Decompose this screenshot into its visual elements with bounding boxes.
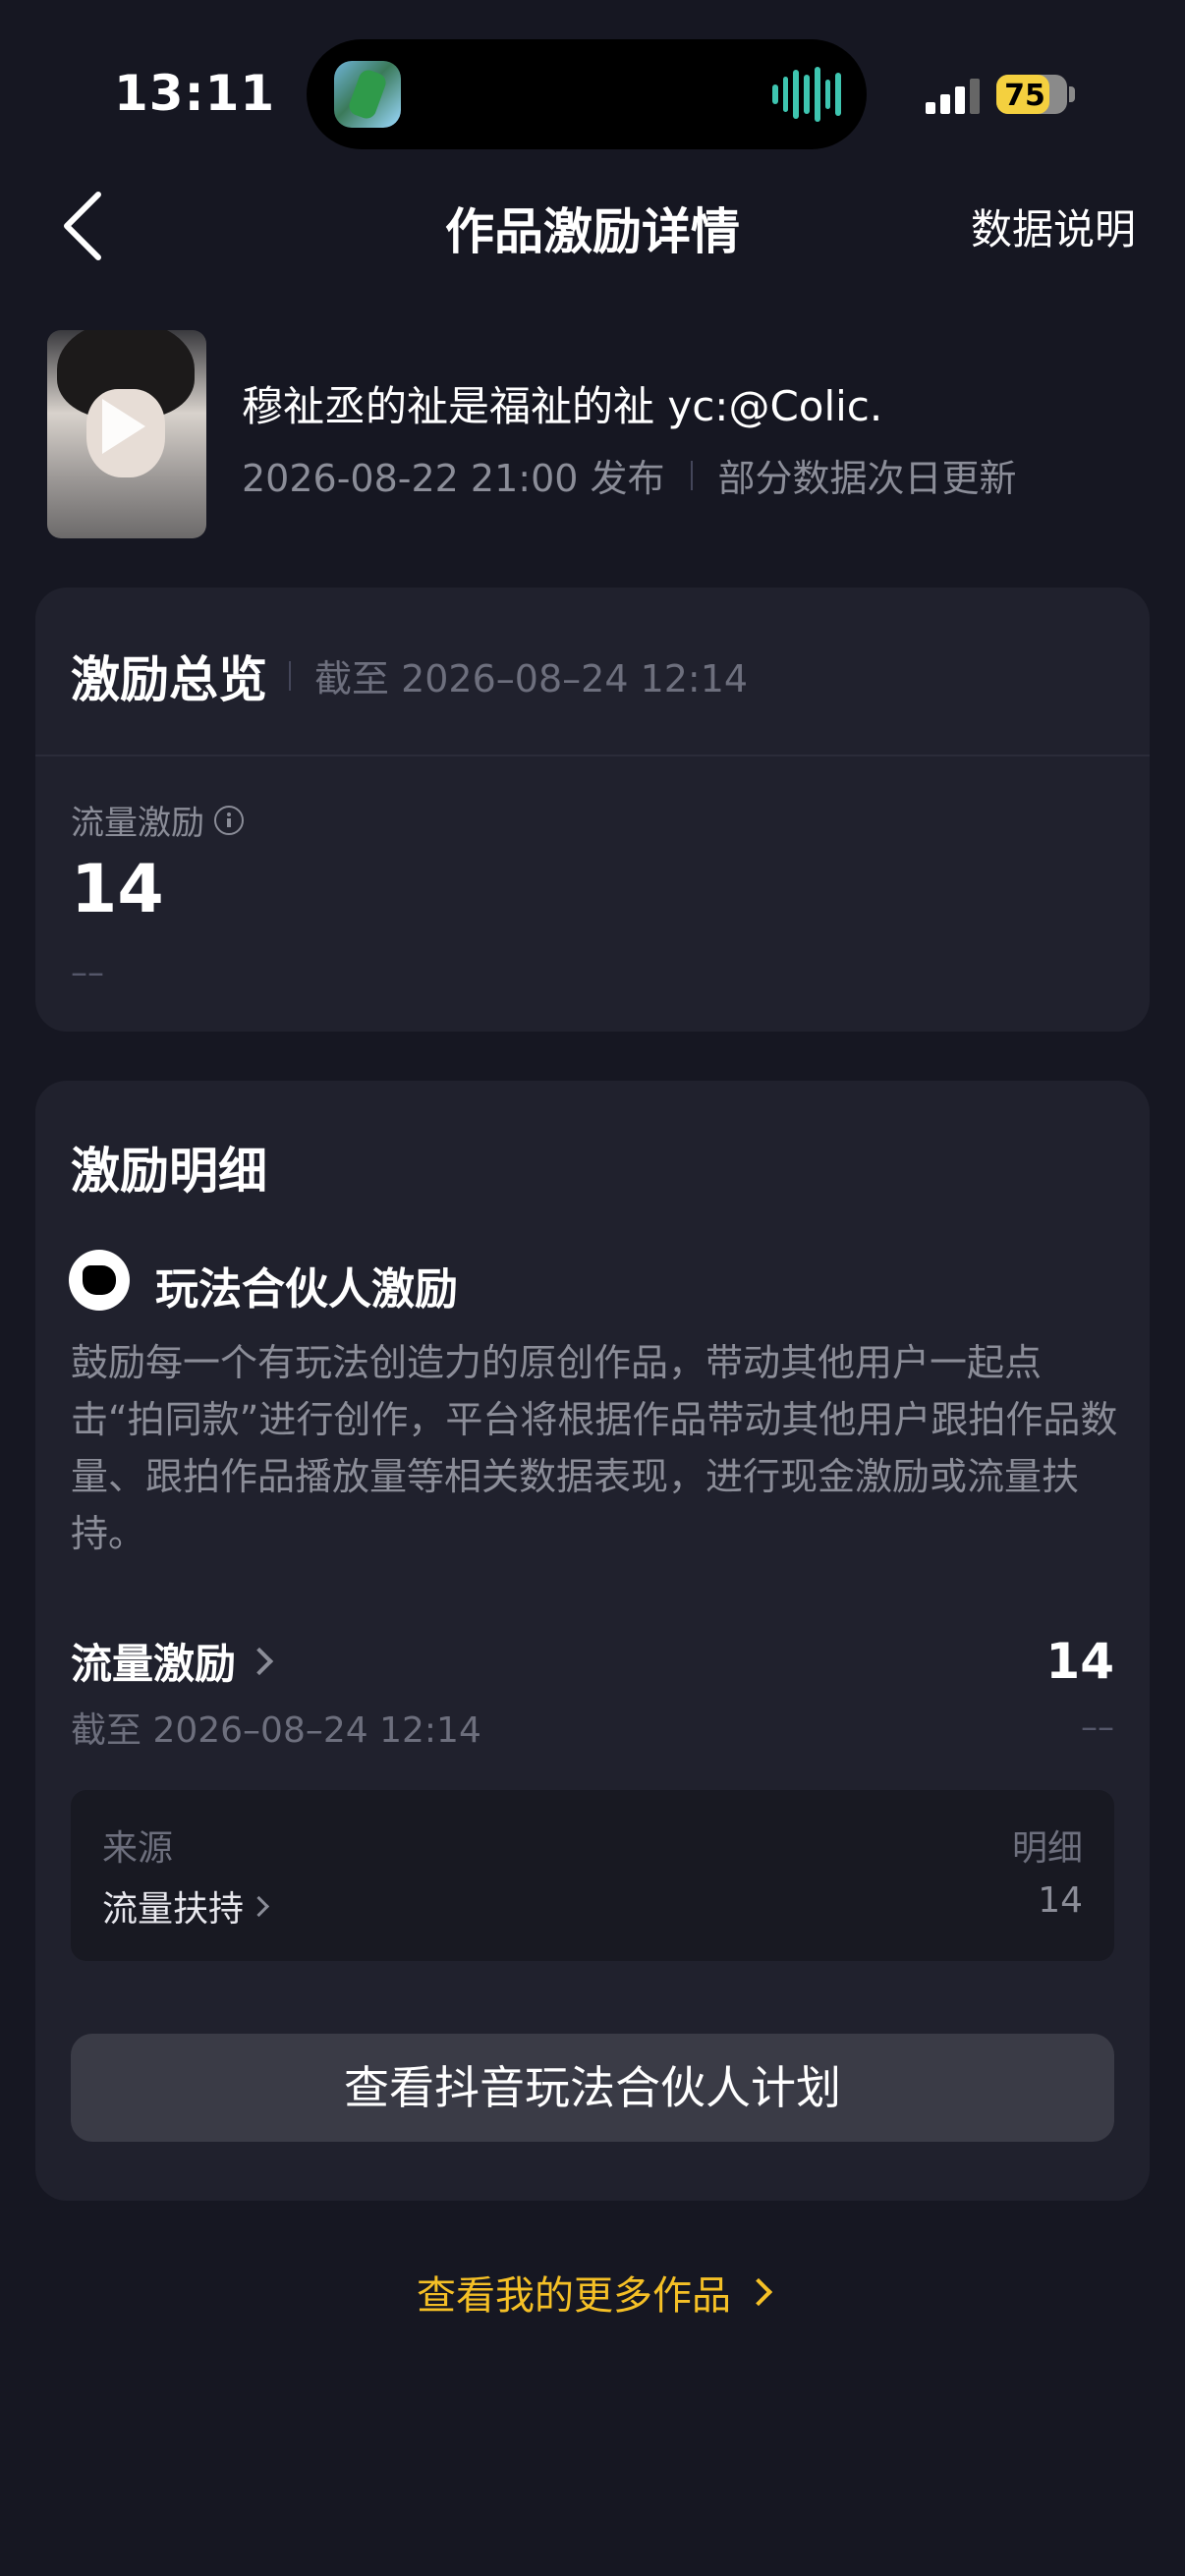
battery-percent: 75 bbox=[1004, 79, 1045, 113]
flow-incentive-label: 流量激励 bbox=[71, 796, 244, 844]
source-item-value: 14 bbox=[1038, 1880, 1083, 1921]
more-works-link[interactable]: 查看我的更多作品 bbox=[0, 2264, 1185, 2321]
flow-incentive-value: 14 bbox=[71, 851, 164, 928]
overview-card: 激励总览 截至 2026–08–24 12:14 流量激励 14 –– bbox=[35, 588, 1150, 1032]
view-partner-plan-button[interactable]: 查看抖音玩法合伙人计划 bbox=[71, 2034, 1114, 2142]
battery-icon: 75 bbox=[996, 75, 1067, 114]
update-note: 部分数据次日更新 bbox=[717, 457, 1017, 500]
overview-title: 激励总览 bbox=[71, 651, 267, 708]
detail-title: 激励明细 bbox=[71, 1143, 267, 1200]
flow-incentive-change: –– bbox=[71, 953, 104, 992]
now-playing-artwork bbox=[334, 61, 401, 128]
source-item-traffic-support[interactable]: 流量扶持 bbox=[102, 1880, 270, 1932]
video-thumbnail[interactable] bbox=[47, 330, 206, 538]
dynamic-island[interactable] bbox=[307, 39, 867, 149]
battery-cap bbox=[1069, 86, 1075, 102]
chevron-right-icon bbox=[248, 1895, 270, 1917]
source-breakdown: 来源 明细 流量扶持 14 bbox=[71, 1790, 1114, 1961]
flow-incentive-label-text: 流量激励 bbox=[71, 804, 204, 843]
more-works-link-text: 查看我的更多作品 bbox=[417, 2273, 731, 2319]
info-icon[interactable] bbox=[214, 805, 244, 835]
source-header: 来源 bbox=[102, 1828, 174, 1869]
play-icon bbox=[102, 399, 145, 454]
chevron-right-icon bbox=[245, 1647, 274, 1675]
video-title: 穆祉丞的祉是福祉的祉 yc:@Colic. bbox=[242, 382, 883, 430]
overview-as-of-text: 截至 2026–08–24 12:14 bbox=[314, 657, 749, 700]
flow-incentive-row-change: –– bbox=[1081, 1708, 1114, 1747]
flow-incentive-row-label: 流量激励 bbox=[71, 1640, 237, 1688]
status-time: 13:11 bbox=[114, 65, 276, 122]
divider bbox=[289, 660, 291, 691]
flow-incentive-row-value: 14 bbox=[1045, 1633, 1114, 1690]
program-description: 鼓励每一个有玩法创造力的原创作品，带动其他用户一起点击“拍同款”进行创作，平台将… bbox=[71, 1341, 1118, 1555]
divider bbox=[690, 460, 693, 490]
flow-incentive-row[interactable]: 流量激励 bbox=[71, 1631, 274, 1691]
detail-card: 激励明细 玩法合伙人激励 鼓励每一个有玩法创造力的原创作品，带动其他用户一起点击… bbox=[35, 1081, 1150, 2201]
cellular-signal-icon bbox=[926, 79, 981, 114]
detail-header: 明细 bbox=[1011, 1828, 1083, 1869]
video-meta: 2026-08-22 21:00 发布 部分数据次日更新 bbox=[242, 448, 1017, 502]
card-divider bbox=[35, 755, 1150, 756]
source-item-label: 流量扶持 bbox=[102, 1889, 245, 1930]
audio-wave-icon bbox=[772, 67, 842, 122]
program-name: 玩法合伙人激励 bbox=[155, 1264, 458, 1315]
chevron-right-icon bbox=[744, 2277, 773, 2307]
data-explanation-link[interactable]: 数据说明 bbox=[971, 196, 1136, 256]
overview-as-of: 截至 2026–08–24 12:14 bbox=[289, 648, 748, 702]
flow-incentive-row-date: 截至 2026–08–24 12:14 bbox=[71, 1710, 481, 1751]
partner-program-icon bbox=[69, 1250, 130, 1311]
publish-time: 2026-08-22 21:00 发布 bbox=[242, 457, 665, 500]
